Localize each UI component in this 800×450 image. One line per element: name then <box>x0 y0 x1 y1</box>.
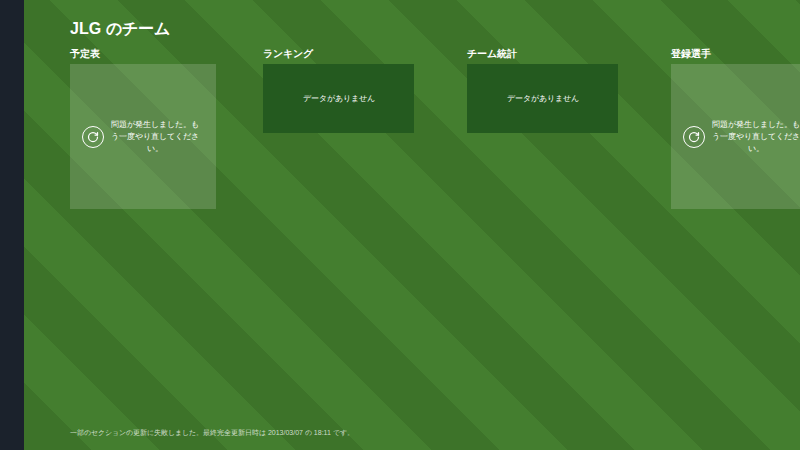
main-area: JLG のチーム予定表問題が発生しました。もう一度やり直してください。ランキング… <box>24 0 800 450</box>
section: 登録選手問題が発生しました。もう一度やり直してください。 <box>671 47 800 209</box>
page-title: JLG のチーム <box>70 18 800 40</box>
section-row: 予定表問題が発生しました。もう一度やり直してください。ランキングデータがありませ… <box>24 40 800 209</box>
section-title[interactable]: ランキング <box>263 47 467 61</box>
empty-tile: データがありません <box>467 64 618 133</box>
empty-message: データがありません <box>303 93 375 105</box>
app: JLG のチーム予定表問題が発生しました。もう一度やり直してください。ランキング… <box>0 0 800 450</box>
retry-icon[interactable] <box>683 126 705 148</box>
retry-icon[interactable] <box>82 126 104 148</box>
section: 予定表問題が発生しました。もう一度やり直してください。 <box>70 47 263 209</box>
section-title[interactable]: 予定表 <box>70 47 263 61</box>
error-message: 問題が発生しました。もう一度やり直してください。 <box>110 119 200 155</box>
error-tile[interactable]: 問題が発生しました。もう一度やり直してください。 <box>671 64 800 209</box>
status-footer: 一部のセクションの更新に失敗しました。最終完全更新日時は 2013/03/07 … <box>24 428 800 450</box>
empty-message: データがありません <box>507 93 579 105</box>
error-tile[interactable]: 問題が発生しました。もう一度やり直してください。 <box>70 64 216 209</box>
error-message: 問題が発生しました。もう一度やり直してください。 <box>711 119 800 155</box>
section-title[interactable]: チーム統計 <box>467 47 671 61</box>
section-title[interactable]: 登録選手 <box>671 47 800 61</box>
section: ランキングデータがありません <box>263 47 467 209</box>
empty-tile: データがありません <box>263 64 414 133</box>
section: チーム統計データがありません <box>467 47 671 209</box>
photo-strip <box>0 0 24 450</box>
